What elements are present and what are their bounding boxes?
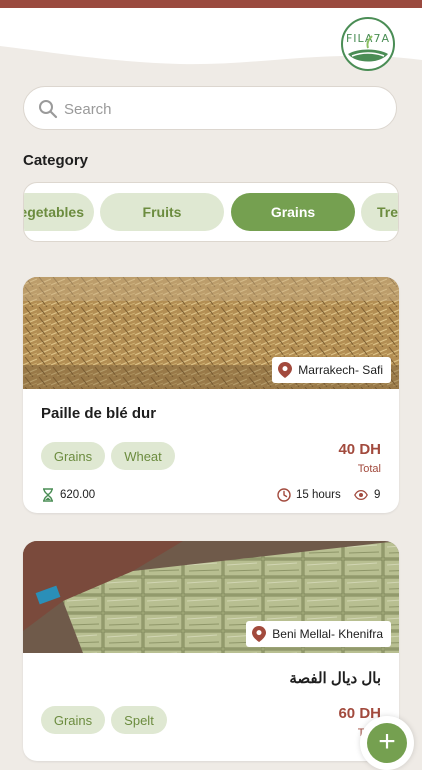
category-chip-grains[interactable]: Grains: [231, 193, 355, 231]
search-input[interactable]: [62, 95, 386, 123]
time-info: 15 hours: [277, 488, 341, 502]
category-chip-label: Vegetables: [24, 204, 84, 220]
top-status-bar: [0, 0, 422, 8]
views-value: 9: [374, 489, 381, 501]
category-heading: Category: [23, 152, 89, 169]
category-chip-label: Fruits: [142, 204, 182, 220]
price-note: Total: [357, 463, 381, 475]
location-label: Marrakech- Safi: [298, 363, 383, 377]
location-pin-icon: [278, 362, 293, 378]
listing-tag: Wheat: [111, 442, 175, 470]
quantity-info: 620.00: [41, 488, 95, 502]
category-chip-vegetables[interactable]: Vegetables: [24, 193, 94, 231]
location-badge: Beni Mellal- Khenifra: [246, 621, 391, 647]
listing-card[interactable]: Marrakech- Safi Paille de blé dur Grains…: [23, 277, 399, 513]
listing-tag: Grains: [41, 706, 105, 734]
location-pin-icon: [252, 626, 267, 642]
listing-tag: Grains: [41, 442, 105, 470]
tag-label: Wheat: [124, 448, 162, 464]
search-bar[interactable]: [23, 86, 397, 130]
category-chip-label: Grains: [270, 204, 316, 220]
plus-icon: +: [367, 723, 407, 763]
add-listing-button[interactable]: +: [360, 716, 414, 770]
brand-logo[interactable]: FILA7A: [336, 16, 400, 72]
tag-label: Grains: [53, 712, 93, 728]
location-badge: Marrakech- Safi: [272, 357, 391, 383]
eye-icon: [354, 489, 368, 501]
views-info: 9: [353, 488, 380, 502]
listing-tag: Spelt: [111, 706, 167, 734]
listing-card[interactable]: Beni Mellal- Khenifra بال ديال الفصة Gra…: [23, 541, 399, 761]
listing-title: بال ديال الفصة: [289, 670, 381, 687]
quantity-value: 620.00: [60, 489, 96, 501]
listing-price: 40 DH: [338, 441, 381, 458]
search-icon: [39, 100, 58, 119]
hourglass-icon: [43, 488, 53, 502]
category-chip-trees[interactable]: Trees: [361, 193, 399, 231]
clock-icon: [277, 488, 291, 502]
listing-title: Paille de blé dur: [41, 405, 157, 422]
tag-label: Grains: [53, 448, 93, 464]
time-value: 15 hours: [296, 489, 341, 501]
category-chip-fruits[interactable]: Fruits: [100, 193, 224, 231]
category-strip[interactable]: Vegetables Fruits Grains Trees: [23, 182, 399, 242]
tag-label: Spelt: [124, 712, 154, 728]
category-chip-label: Trees: [377, 204, 399, 220]
location-label: Beni Mellal- Khenifra: [272, 627, 383, 641]
